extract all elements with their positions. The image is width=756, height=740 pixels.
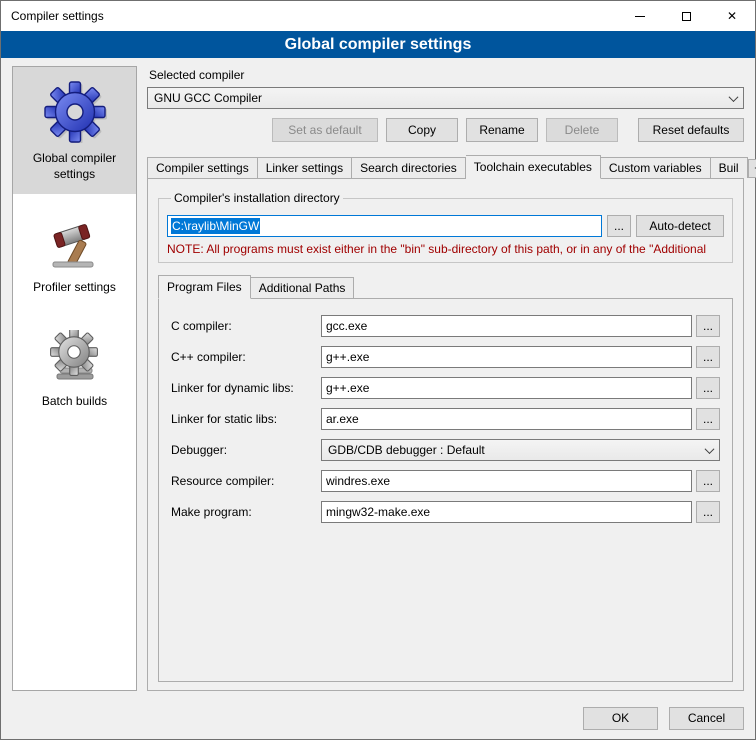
cpp-compiler-browse-button[interactable]: ...	[696, 346, 720, 368]
window-title: Compiler settings	[1, 1, 617, 31]
page-title: Global compiler settings	[1, 31, 755, 58]
delete-button[interactable]: Delete	[546, 118, 618, 142]
debugger-value: GDB/CDB debugger : Default	[328, 443, 699, 457]
tab-custom-variables[interactable]: Custom variables	[601, 157, 711, 178]
program-files-tab-bar: Program Files Additional Paths	[158, 275, 733, 298]
sidebar-item-label: Global compiler settings	[17, 151, 132, 182]
minimize-button[interactable]	[617, 1, 663, 31]
program-files-panel: C compiler: ... C++ compiler: ... Linker…	[158, 298, 733, 682]
compiler-tab-bar: Compiler settings Linker settings Search…	[147, 155, 744, 178]
cpp-compiler-input[interactable]	[321, 346, 692, 368]
set-as-default-button[interactable]: Set as default	[272, 118, 378, 142]
sidebar-item-global-compiler-settings[interactable]: Global compiler settings	[13, 67, 136, 194]
maximize-icon	[682, 12, 691, 21]
bin-subdirectory-note: NOTE: All programs must exist either in …	[167, 242, 724, 256]
minimize-icon	[635, 16, 645, 17]
ok-button[interactable]: OK	[583, 707, 658, 730]
c-compiler-row: C compiler: ...	[171, 315, 720, 337]
static-linker-input[interactable]	[321, 408, 692, 430]
dynamic-linker-input[interactable]	[321, 377, 692, 399]
subtab-additional-paths[interactable]: Additional Paths	[251, 277, 355, 298]
cpp-compiler-label: C++ compiler:	[171, 350, 321, 364]
install-dir-input[interactable]: C:\raylib\MinGW	[167, 215, 602, 237]
tab-toolchain-executables[interactable]: Toolchain executables	[466, 155, 601, 179]
blue-gear-icon	[43, 79, 107, 143]
dynamic-linker-browse-button[interactable]: ...	[696, 377, 720, 399]
dynamic-linker-row: Linker for dynamic libs: ...	[171, 377, 720, 399]
installation-directory-group-title: Compiler's installation directory	[171, 191, 343, 205]
dynamic-linker-label: Linker for dynamic libs:	[171, 381, 321, 395]
c-compiler-input[interactable]	[321, 315, 692, 337]
sidebar-item-label: Profiler settings	[33, 280, 116, 296]
subtab-program-files[interactable]: Program Files	[158, 275, 251, 299]
close-button[interactable]: ✕	[709, 1, 755, 31]
chevron-down-icon	[723, 88, 743, 108]
auto-detect-button[interactable]: Auto-detect	[636, 215, 724, 237]
copy-button[interactable]: Copy	[386, 118, 458, 142]
make-program-row: Make program: ...	[171, 501, 720, 523]
cpp-compiler-row: C++ compiler: ...	[171, 346, 720, 368]
installation-directory-group: Compiler's installation directory C:\ray…	[158, 191, 733, 263]
sidebar-item-batch-builds[interactable]: Batch builds	[13, 318, 136, 422]
selected-compiler-dropdown[interactable]: GNU GCC Compiler	[147, 87, 744, 109]
resource-compiler-browse-button[interactable]: ...	[696, 470, 720, 492]
debugger-label: Debugger:	[171, 443, 321, 457]
static-linker-row: Linker for static libs: ...	[171, 408, 720, 430]
selected-compiler-label: Selected compiler	[149, 68, 744, 82]
make-program-input[interactable]	[321, 501, 692, 523]
c-compiler-browse-button[interactable]: ...	[696, 315, 720, 337]
titlebar: Compiler settings ✕	[1, 1, 755, 31]
profiler-tool-icon	[47, 216, 103, 272]
close-icon: ✕	[727, 10, 737, 22]
debugger-dropdown[interactable]: GDB/CDB debugger : Default	[321, 439, 720, 461]
make-program-label: Make program:	[171, 505, 321, 519]
install-dir-browse-button[interactable]: ...	[607, 215, 631, 237]
chevron-down-icon	[699, 440, 719, 460]
sidebar-item-profiler-settings[interactable]: Profiler settings	[13, 204, 136, 308]
cancel-button[interactable]: Cancel	[669, 707, 744, 730]
gray-gears-icon	[47, 330, 103, 386]
resource-compiler-label: Resource compiler:	[171, 474, 321, 488]
tab-build-options[interactable]: Buil	[711, 157, 748, 178]
resource-compiler-row: Resource compiler: ...	[171, 470, 720, 492]
maximize-button[interactable]	[663, 1, 709, 31]
toolchain-executables-panel: Compiler's installation directory C:\ray…	[147, 178, 744, 691]
debugger-row: Debugger: GDB/CDB debugger : Default	[171, 439, 720, 461]
rename-button[interactable]: Rename	[466, 118, 538, 142]
selected-compiler-value: GNU GCC Compiler	[154, 91, 723, 105]
reset-defaults-button[interactable]: Reset defaults	[638, 118, 744, 142]
static-linker-label: Linker for static libs:	[171, 412, 321, 426]
tab-scroll-left-button[interactable]: ◄	[748, 159, 756, 178]
c-compiler-label: C compiler:	[171, 319, 321, 333]
compiler-settings-window: Compiler settings ✕ Global compiler sett…	[0, 0, 756, 740]
resource-compiler-input[interactable]	[321, 470, 692, 492]
tab-linker-settings[interactable]: Linker settings	[258, 157, 352, 178]
tab-search-directories[interactable]: Search directories	[352, 157, 466, 178]
dialog-footer: OK Cancel	[1, 697, 755, 739]
settings-category-sidebar: Global compiler settings	[12, 66, 137, 691]
tab-compiler-settings[interactable]: Compiler settings	[147, 157, 258, 178]
sidebar-item-label: Batch builds	[42, 394, 107, 410]
make-program-browse-button[interactable]: ...	[696, 501, 720, 523]
static-linker-browse-button[interactable]: ...	[696, 408, 720, 430]
install-dir-selected-text: C:\raylib\MinGW	[171, 218, 260, 234]
